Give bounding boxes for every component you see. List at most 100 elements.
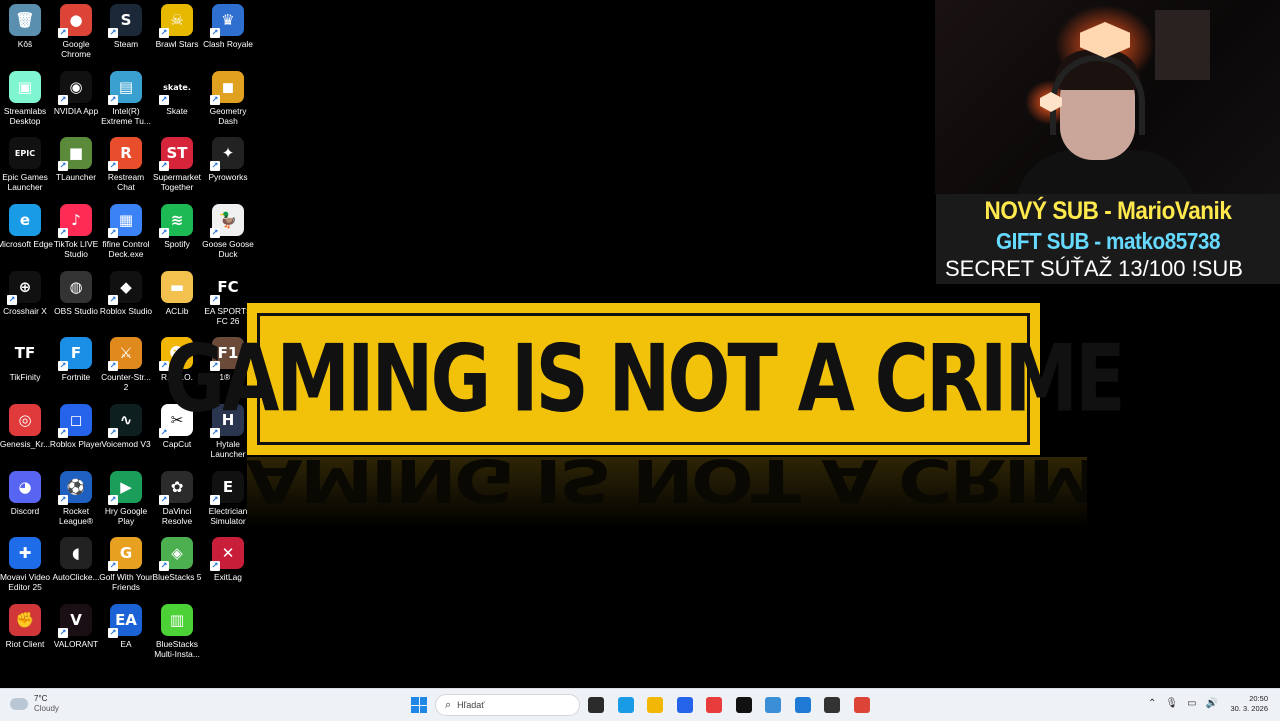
app-icon: ● ↗ bbox=[58, 4, 92, 38]
desktop-icon-label: Hry Google Play bbox=[104, 506, 148, 526]
desktop-icon-bluestacks-5[interactable]: ◈ ↗ BlueStacks 5 bbox=[152, 537, 202, 582]
desktop-icon-davinci-resolve[interactable]: ✿ ↗ DaVinci Resolve bbox=[152, 471, 202, 526]
desktop-icon-riot-client[interactable]: ✊ Riot Client bbox=[0, 604, 50, 649]
gift-sub-alert: GIFT SUB - matko85738 bbox=[995, 228, 1221, 254]
desktop-icon-microsoft-edge[interactable]: e Microsoft Edge bbox=[0, 204, 53, 249]
desktop-icon-steam[interactable]: S ↗ Steam bbox=[101, 4, 151, 49]
desktop-icon-label: Restream Chat bbox=[107, 172, 145, 192]
desktop-icon-movavi-video-editor-25[interactable]: ✚ Movavi Video Editor 25 bbox=[0, 537, 50, 592]
app-icon: ▣ bbox=[9, 71, 41, 103]
taskbar-notepad-icon[interactable] bbox=[765, 697, 781, 713]
desktop-icon-label: TikFinity bbox=[9, 372, 41, 382]
desktop-icon-voicemod-v3[interactable]: ∿ ↗ Voicemod V3 bbox=[101, 404, 151, 449]
taskbar-store-icon[interactable] bbox=[676, 697, 693, 713]
desktop-icon-aclib[interactable]: ▬ ACLib bbox=[152, 271, 202, 316]
weather-widget[interactable]: 7°C Cloudy bbox=[10, 694, 59, 714]
desktop-icon-tiktok-live-studio[interactable]: ♪ ↗ TikTok LIVE Studio bbox=[51, 204, 101, 259]
app-icon: ◍ bbox=[60, 271, 92, 303]
taskbar-app-red-icon[interactable] bbox=[706, 697, 722, 713]
shortcut-arrow-icon: ↗ bbox=[58, 28, 68, 38]
desktop-icon-label: Pyroworks bbox=[208, 172, 248, 182]
taskbar-taskview-icon[interactable] bbox=[588, 697, 604, 713]
volume-icon[interactable]: 🔊 bbox=[1206, 698, 1218, 709]
shortcut-arrow-icon: ↗ bbox=[108, 428, 118, 438]
shortcut-arrow-icon: ↗ bbox=[108, 495, 118, 505]
desktop-icon-exitlag[interactable]: ✕ ↗ ExitLag bbox=[203, 537, 253, 582]
desktop-icon-spotify[interactable]: ≋ ↗ Spotify bbox=[152, 204, 202, 249]
chevron-up-icon[interactable]: ⌃ bbox=[1148, 698, 1156, 709]
app-icon: ∿ ↗ bbox=[108, 404, 142, 438]
desktop-icon-label: Spotify bbox=[164, 239, 190, 249]
desktop-icon-obs-studio[interactable]: ◍ OBS Studio bbox=[51, 271, 101, 316]
desktop-icon-crosshair-x[interactable]: ⊕ ↗ Crosshair X bbox=[0, 271, 50, 316]
desktop-icon-valorant[interactable]: V ↗ VALORANT bbox=[51, 604, 101, 649]
desktop-icon-google-chrome[interactable]: ● ↗ Google Chrome bbox=[51, 4, 101, 59]
app-icon: TF bbox=[9, 337, 41, 369]
desktop-icon-tlauncher[interactable]: ■ ↗ TLauncher bbox=[51, 137, 101, 182]
taskbar-photos-icon[interactable] bbox=[794, 697, 811, 713]
taskbar-edge-icon[interactable] bbox=[617, 697, 634, 713]
taskbar-chrome-icon[interactable] bbox=[853, 697, 870, 713]
desktop-icon-discord[interactable]: ◕ Discord bbox=[0, 471, 50, 516]
desktop-icon-ea-sports-fc-26[interactable]: FC ↗ EA SPORTS FC 26 bbox=[203, 271, 253, 326]
taskbar-tiktok-icon[interactable] bbox=[735, 697, 752, 713]
shortcut-arrow-icon: ↗ bbox=[210, 228, 220, 238]
app-icon: ⊕ ↗ bbox=[7, 271, 41, 305]
desktop-icon-label: Geometry Dash bbox=[209, 106, 247, 126]
desktop-icon-label: Movavi Video Editor 25 bbox=[0, 572, 51, 592]
desktop-icon-roblox-studio[interactable]: ◆ ↗ Roblox Studio bbox=[100, 271, 152, 316]
desktop-icon-hry-google-play[interactable]: ▶ ↗ Hry Google Play bbox=[101, 471, 151, 526]
desktop-icon-label: Skate bbox=[166, 106, 188, 116]
desktop-icon-counter-str-2[interactable]: ⚔ ↗ Counter-Str... 2 bbox=[101, 337, 151, 392]
desktop-icon-skate[interactable]: skate. ↗ Skate bbox=[152, 71, 202, 116]
taskbar: 7°C Cloudy ⌕ Hľadať ⌃ 🎙 ▭ 🔊 20:50 30. 3.… bbox=[0, 688, 1280, 721]
desktop-icon-autoclicke[interactable]: ◖ AutoClicke... bbox=[51, 537, 101, 582]
desktop-icon-fortnite[interactable]: F ↗ Fortnite bbox=[51, 337, 101, 382]
app-icon: G ↗ bbox=[108, 537, 142, 571]
desktop-icon-label: ACLib bbox=[165, 306, 189, 316]
desktop-icon-golf-with-your-friends[interactable]: G ↗ Golf With Your Friends bbox=[99, 537, 153, 592]
desktop-icon-label: Riot Client bbox=[5, 639, 45, 649]
desktop-icon-tikfinity[interactable]: TF TikFinity bbox=[0, 337, 50, 382]
app-icon: ◎ bbox=[9, 404, 41, 436]
desktop-icon-rocket-league[interactable]: ⚽ ↗ Rocket League® bbox=[51, 471, 101, 526]
desktop-icon-fifine-control-deck-exe[interactable]: ▦ ↗ fifine Control Deck.exe bbox=[101, 204, 151, 259]
taskbar-explorer-icon[interactable] bbox=[647, 697, 663, 713]
desktop-icon-brawl-stars[interactable]: ☠ ↗ Brawl Stars bbox=[152, 4, 202, 49]
desktop-icon-streamlabs-desktop[interactable]: ▣ Streamlabs Desktop bbox=[0, 71, 50, 126]
app-icon: S ↗ bbox=[108, 4, 142, 38]
desktop-icon-ea[interactable]: EA ↗ EA bbox=[101, 604, 151, 649]
app-icon: 🗑 bbox=[9, 4, 41, 36]
desktop-icon-roblox-player[interactable]: ◻ ↗ Roblox Player bbox=[50, 404, 102, 449]
app-icon: ⚽ ↗ bbox=[58, 471, 92, 505]
desktop-icon-clash-royale[interactable]: ♛ ↗ Clash Royale bbox=[203, 4, 253, 49]
desktop-icon-label: Microsoft Edge bbox=[0, 239, 53, 249]
shortcut-arrow-icon: ↗ bbox=[108, 161, 118, 171]
app-icon: ▬ bbox=[161, 271, 193, 303]
start-button[interactable] bbox=[411, 697, 427, 713]
network-icon[interactable]: ▭ bbox=[1187, 698, 1196, 709]
desktop-icon-supermarket-together[interactable]: ST ↗ Supermarket Together bbox=[152, 137, 202, 192]
desktop-icon-restream-chat[interactable]: R ↗ Restream Chat bbox=[101, 137, 151, 192]
shortcut-arrow-icon: ↗ bbox=[210, 28, 220, 38]
clock[interactable]: 20:50 30. 3. 2026 bbox=[1226, 694, 1268, 714]
shortcut-arrow-icon: ↗ bbox=[108, 228, 118, 238]
desktop-icon-bluestacks-multi-insta[interactable]: ▥ BlueStacks Multi-Insta... bbox=[152, 604, 202, 659]
desktop-icon-genesis-kr[interactable]: ◎ Genesis_Kr... bbox=[0, 404, 50, 449]
app-icon: ✚ bbox=[9, 537, 41, 569]
wallpaper-reflection-text: GAMING IS NOT A CRIME bbox=[247, 457, 1087, 515]
app-icon: EPIC bbox=[9, 137, 41, 169]
app-icon: R ↗ bbox=[108, 137, 142, 171]
desktop-icon-intel-r-extreme-tu[interactable]: ▤ ↗ Intel(R) Extreme Tu... bbox=[101, 71, 151, 126]
search-box[interactable]: ⌕ Hľadať bbox=[435, 694, 580, 716]
desktop-icon-label: BlueStacks 5 bbox=[152, 572, 202, 582]
desktop-icon-goose-goose-duck[interactable]: 🦆 ↗ Goose Goose Duck bbox=[202, 204, 254, 259]
microphone-icon[interactable]: 🎙 bbox=[1165, 698, 1178, 709]
desktop-icon-electrician-simulator[interactable]: E ↗ Electrician Simulator bbox=[203, 471, 253, 526]
taskbar-obs-icon[interactable] bbox=[824, 697, 840, 713]
desktop-icon-geometry-dash[interactable]: ◼ ↗ Geometry Dash bbox=[203, 71, 253, 126]
desktop-icon-nvidia-app[interactable]: ◉ ↗ NVIDIA App bbox=[51, 71, 101, 116]
desktop-icon-epic-games-launcher[interactable]: EPIC Epic Games Launcher bbox=[0, 137, 50, 192]
desktop-icon-k[interactable]: 🗑 Kôš bbox=[0, 4, 50, 49]
desktop-icon-pyroworks[interactable]: ✦ ↗ Pyroworks bbox=[203, 137, 253, 182]
